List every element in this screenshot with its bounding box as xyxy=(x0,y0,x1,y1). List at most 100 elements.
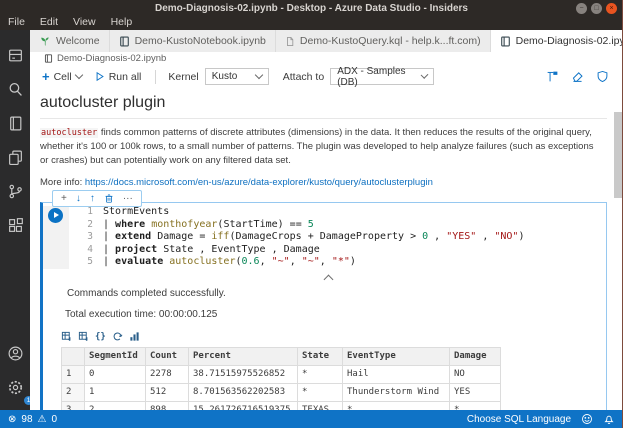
menu-file[interactable]: File xyxy=(8,16,25,28)
trusted-shield-icon[interactable] xyxy=(596,70,609,83)
code-line[interactable]: 4 | project State , EventType , Damage xyxy=(69,244,606,257)
view-chart-icon[interactable] xyxy=(129,331,140,342)
grid-row-number[interactable]: 1 xyxy=(61,364,85,384)
save-json-icon[interactable]: {} xyxy=(95,332,106,342)
grid-row-number[interactable]: 3 xyxy=(61,400,85,410)
table-row[interactable]: 2 1 512 8.701563562202583 * Thunderstorm Wind… xyxy=(61,382,501,402)
docs-link[interactable]: https://docs.microsoft.com/en-us/azure/d… xyxy=(85,177,433,188)
source-control-icon[interactable] xyxy=(0,174,30,208)
more-info-label: More info: xyxy=(40,177,85,188)
grid-cell[interactable]: 512 xyxy=(145,382,189,402)
grid-cell[interactable]: 2 xyxy=(84,400,146,410)
grid-cell[interactable]: Thunderstorm Wind xyxy=(342,382,450,402)
minimize-button[interactable]: − xyxy=(576,3,587,14)
grid-cell[interactable]: TEXAS xyxy=(297,400,343,410)
save-excel-icon[interactable] xyxy=(78,331,89,342)
grid-column-header[interactable]: SegmentId xyxy=(84,346,146,366)
kernel-dropdown[interactable]: Kusto xyxy=(204,68,269,85)
code-text[interactable]: | extend Damage = iff(DamageCrops + Dama… xyxy=(103,231,525,244)
grid-column-header[interactable]: Damage xyxy=(449,346,501,366)
add-cell-icon[interactable]: + xyxy=(61,193,67,204)
grid-column-header[interactable]: Percent xyxy=(188,346,298,366)
grid-cell[interactable]: 15.261726716519375 xyxy=(188,400,298,410)
grid-cell[interactable]: * xyxy=(342,400,450,410)
attach-to-dropdown[interactable]: ADX - Samples (DB) xyxy=(330,66,435,88)
code-text[interactable]: | evaluate autocluster(0.6, "~", "~", "*… xyxy=(103,256,356,269)
save-csv-icon[interactable] xyxy=(61,331,72,342)
line-number: 4 xyxy=(87,243,93,255)
grid-cell[interactable]: * xyxy=(449,400,501,410)
move-cell-up-icon[interactable]: ↑ xyxy=(90,193,95,204)
window-controls: − □ × xyxy=(576,3,617,14)
language-mode-button[interactable]: Choose SQL Language xyxy=(467,414,571,425)
feedback-smiley-icon[interactable] xyxy=(581,413,593,425)
grid-cell[interactable]: * xyxy=(297,382,343,402)
notifications-bell-icon[interactable] xyxy=(603,413,615,425)
code-token: | xyxy=(103,256,116,267)
notebooks-icon[interactable] xyxy=(0,106,30,140)
settings-gear-icon[interactable]: 1 xyxy=(0,370,33,405)
tab-demo-diagnosis-02[interactable]: Demo-Diagnosis-02.ipynb × xyxy=(490,30,623,52)
grid-cell[interactable]: 898 xyxy=(145,400,189,410)
table-row[interactable]: 1 0 2278 38.71515975526852 * Hail NO xyxy=(61,364,501,384)
grid-cell[interactable]: Hail xyxy=(342,364,450,384)
table-row[interactable]: 3 2 898 15.261726716519375 TEXAS * * xyxy=(61,400,501,410)
tab-label: Demo-Diagnosis-02.ipynb xyxy=(515,35,623,47)
code-text[interactable]: | where monthofyear(StartTime) == 5 xyxy=(103,219,314,232)
code-line[interactable]: 2 | where monthofyear(StartTime) == 5 xyxy=(69,219,606,232)
grid-cell[interactable]: 2278 xyxy=(145,364,189,384)
menu-edit[interactable]: Edit xyxy=(40,16,58,28)
code-cell[interactable]: 1 StormEvents 2 | where monthofyear(StartTi… xyxy=(40,202,607,410)
add-cell-button[interactable]: + Cell xyxy=(42,69,83,84)
grid-column-header[interactable]: EventType xyxy=(342,346,450,366)
code-text[interactable]: StormEvents xyxy=(103,206,169,219)
cell-more-icon[interactable]: ··· xyxy=(123,193,133,204)
run-cell-button[interactable] xyxy=(48,208,63,223)
tab-welcome[interactable]: Welcome xyxy=(30,30,110,52)
warnings-count[interactable]: 0 xyxy=(51,414,57,425)
tab-demo-kustoquery[interactable]: Demo-KustoQuery.kql - help.k...ft.com) xyxy=(276,30,491,52)
maximize-button[interactable]: □ xyxy=(591,3,602,14)
notebook-scrollbar[interactable] xyxy=(614,112,622,198)
tab-demo-kustonotebook[interactable]: Demo-KustoNotebook.ipynb xyxy=(110,30,276,52)
code-line[interactable]: 1 StormEvents xyxy=(69,206,606,219)
breadcrumb[interactable]: Demo-Diagnosis-02.ipynb xyxy=(30,52,623,65)
explorer-icon[interactable] xyxy=(0,140,30,174)
grid-cell[interactable]: 8.701563562202583 xyxy=(188,382,298,402)
move-cell-down-icon[interactable]: ↓ xyxy=(76,193,81,204)
account-icon[interactable] xyxy=(0,336,30,370)
grid-cell[interactable]: YES xyxy=(449,382,501,402)
menu-help[interactable]: Help xyxy=(111,16,133,28)
run-all-button[interactable]: Run all xyxy=(94,71,141,83)
code-line[interactable]: 5 | evaluate autocluster(0.6, "~", "~", "… xyxy=(69,256,606,269)
chevron-up-icon[interactable] xyxy=(323,274,333,284)
collapse-cells-icon[interactable] xyxy=(546,70,559,83)
grid-column-header[interactable]: State xyxy=(297,346,343,366)
code-line[interactable]: 3 | extend Damage = iff(DamageCrops + Dam… xyxy=(69,231,606,244)
clear-results-eraser-icon[interactable] xyxy=(571,70,584,83)
cell-gutter xyxy=(43,206,69,269)
delete-cell-trash-icon[interactable] xyxy=(104,193,114,204)
warnings-icon[interactable]: ⚠ xyxy=(38,414,47,425)
code-editor[interactable]: 1 StormEvents 2 | where monthofyear(StartTi… xyxy=(43,203,606,271)
grid-row-number[interactable]: 2 xyxy=(61,382,85,402)
grid-cell[interactable]: 38.71515975526852 xyxy=(188,364,298,384)
code-token: "NO" xyxy=(494,231,519,242)
grid-cell[interactable]: * xyxy=(297,364,343,384)
grid-cell[interactable]: 1 xyxy=(84,382,146,402)
code-token: , xyxy=(476,231,495,242)
grid-cell[interactable]: 0 xyxy=(84,364,146,384)
connections-icon[interactable] xyxy=(0,38,30,72)
menu-view[interactable]: View xyxy=(73,16,96,28)
errors-count[interactable]: 98 xyxy=(21,414,32,425)
extensions-icon[interactable] xyxy=(0,208,30,242)
notebook-icon xyxy=(119,35,129,47)
grid-column-header[interactable]: Count xyxy=(145,346,189,366)
search-icon[interactable] xyxy=(0,72,30,106)
code-text[interactable]: | project State , EventType , Damage xyxy=(103,244,320,257)
grid-cell[interactable]: NO xyxy=(449,364,501,384)
save-xml-icon[interactable] xyxy=(112,331,123,342)
code-lines: 1 StormEvents 2 | where monthofyear(StartTi… xyxy=(69,206,606,269)
close-button[interactable]: × xyxy=(606,3,617,14)
errors-icon[interactable]: ⊗ xyxy=(8,414,16,425)
